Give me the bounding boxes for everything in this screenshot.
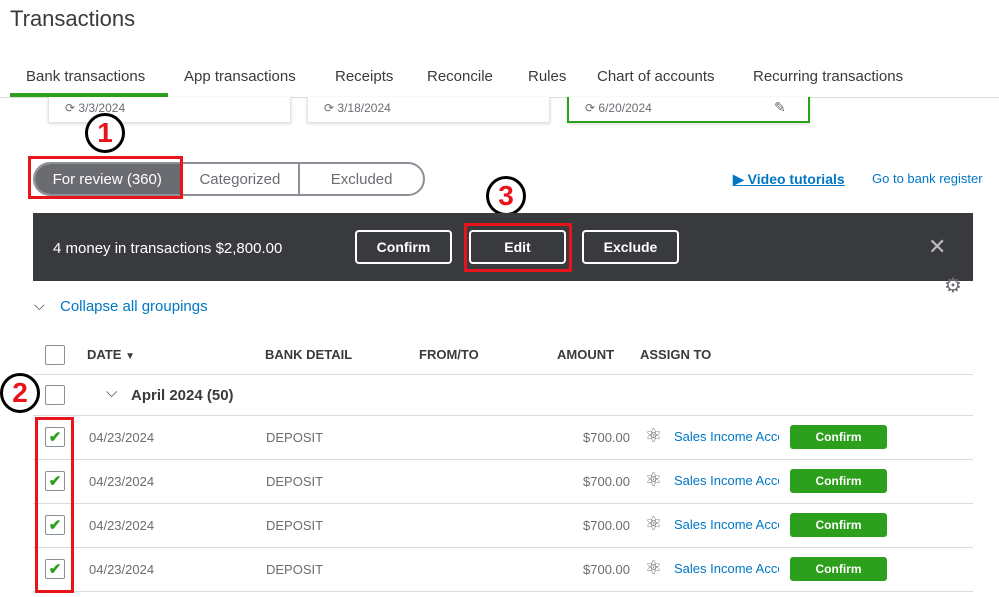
gear-icon[interactable]: ⚙: [944, 273, 962, 298]
select-all-checkbox[interactable]: [45, 345, 65, 365]
video-tutorials-link[interactable]: ▶ Video tutorials: [733, 171, 845, 188]
group-label: April 2024 (50): [131, 387, 234, 404]
row-confirm-button[interactable]: Confirm: [790, 469, 887, 493]
row-date: 04/23/2024: [89, 474, 155, 489]
account-card[interactable]: ⟳ 3/18/2024: [307, 97, 550, 123]
atom-icon: ⚛: [645, 514, 663, 535]
atom-icon: ⚛: [645, 426, 663, 447]
annotation-highlight: [28, 156, 183, 199]
tab-chart-of-accounts[interactable]: Chart of accounts: [597, 68, 715, 85]
card-date: 6/20/2024: [598, 101, 652, 115]
account-card[interactable]: ⟳ 3/3/2024: [48, 97, 291, 123]
column-amount: AMOUNT: [557, 347, 615, 362]
annotation-1: 1: [85, 113, 125, 153]
tab-rules[interactable]: Rules: [528, 68, 566, 85]
collapse-all-groupings-link[interactable]: Collapse all groupings: [60, 298, 208, 315]
pencil-icon[interactable]: ✎: [774, 99, 786, 116]
row-date: 04/23/2024: [89, 430, 155, 445]
sync-icon: ⟳: [324, 101, 335, 115]
row-confirm-button[interactable]: Confirm: [790, 557, 887, 581]
go-to-bank-register-link[interactable]: Go to bank register: [872, 171, 983, 186]
play-icon: ▶: [733, 171, 744, 187]
row-bank-detail: DEPOSIT: [266, 474, 324, 489]
column-bank-detail: BANK DETAIL: [265, 347, 353, 362]
row-amount: $700.00: [583, 518, 630, 533]
page-title: Transactions: [10, 6, 136, 31]
divider: [33, 503, 973, 504]
selection-summary: 4 money in transactions $2,800.00: [53, 240, 283, 257]
video-tutorials-label: Video tutorials: [747, 171, 845, 187]
sync-icon: ⟳: [65, 101, 76, 115]
row-amount: $700.00: [583, 562, 630, 577]
column-assign-to: ASSIGN TO: [640, 347, 712, 362]
row-bank-detail: DEPOSIT: [266, 562, 324, 577]
tab-recurring-transactions[interactable]: Recurring transactions: [753, 68, 903, 85]
annotation-highlight: [464, 223, 572, 272]
group-checkbox[interactable]: [45, 385, 65, 405]
column-from-to: FROM/TO: [419, 347, 479, 362]
row-confirm-button[interactable]: Confirm: [790, 425, 887, 449]
annotation-highlight: [35, 417, 74, 593]
close-icon[interactable]: ✕: [928, 234, 946, 260]
assign-account-link[interactable]: Sales Income Account: [674, 473, 779, 488]
sort-down-icon: ▼: [125, 351, 135, 362]
column-date-label: DATE: [87, 347, 122, 362]
divider: [33, 591, 973, 592]
chevron-down-icon[interactable]: ⌵: [34, 297, 45, 314]
column-date[interactable]: DATE ▼: [87, 347, 135, 362]
segment-excluded[interactable]: Excluded: [300, 164, 423, 194]
divider: [33, 547, 973, 548]
batch-exclude-button[interactable]: Exclude: [582, 230, 679, 264]
segment-categorized[interactable]: Categorized: [182, 164, 301, 194]
card-date: 3/18/2024: [337, 101, 391, 115]
row-date: 04/23/2024: [89, 518, 155, 533]
row-bank-detail: DEPOSIT: [266, 430, 324, 445]
divider: [33, 459, 973, 460]
tab-reconcile[interactable]: Reconcile: [427, 68, 493, 85]
row-amount: $700.00: [583, 430, 630, 445]
assign-account-link[interactable]: Sales Income Account: [674, 429, 779, 444]
row-amount: $700.00: [583, 474, 630, 489]
sync-icon: ⟳: [585, 101, 596, 115]
row-confirm-button[interactable]: Confirm: [790, 513, 887, 537]
row-bank-detail: DEPOSIT: [266, 518, 324, 533]
tab-receipts[interactable]: Receipts: [335, 68, 393, 85]
divider: [33, 374, 973, 375]
account-card-selected[interactable]: ⟳ 6/20/2024 ✎: [567, 97, 810, 123]
tab-app-transactions[interactable]: App transactions: [184, 68, 296, 85]
tab-bank-transactions[interactable]: Bank transactions: [26, 68, 145, 85]
assign-account-link[interactable]: Sales Income Account: [674, 517, 779, 532]
annotation-2: 2: [0, 373, 40, 413]
atom-icon: ⚛: [645, 558, 663, 579]
divider: [33, 415, 973, 416]
batch-confirm-button[interactable]: Confirm: [355, 230, 452, 264]
chevron-down-icon[interactable]: ⌵: [106, 384, 117, 401]
row-date: 04/23/2024: [89, 562, 155, 577]
annotation-3: 3: [486, 176, 526, 216]
assign-account-link[interactable]: Sales Income Account: [674, 561, 779, 576]
atom-icon: ⚛: [645, 470, 663, 491]
